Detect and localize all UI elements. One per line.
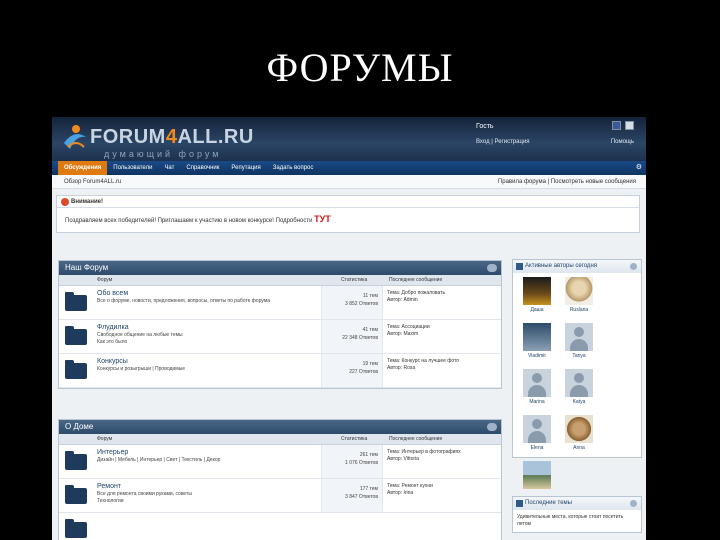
avatar (523, 323, 551, 351)
gear-icon[interactable]: ⚙ (636, 163, 642, 171)
user-avatar[interactable]: Ruslana (559, 277, 599, 313)
user-avatar[interactable]: Anna (559, 415, 599, 451)
category-our-forum: Наш Форум Форум Статистика Последнее соо… (58, 260, 502, 389)
breadcrumb-home[interactable]: Обзор Forum4ALL.ru (64, 179, 121, 185)
forum-description: Конкурсы и розыгрыши | Проводимые (97, 366, 186, 372)
collapse-icon[interactable] (487, 423, 497, 431)
forum-last-post[interactable]: Тема: Ремонт кухни Автор: Irina (387, 483, 501, 497)
avatar (565, 323, 593, 351)
user-grid: Даша Ruslana Vladimir Tanya Marina Katya… (513, 273, 641, 489)
forum-row[interactable]: Обо всем Все о форуме, новости, предложе… (59, 286, 501, 320)
nav-tab-reputation[interactable]: Репутация (225, 161, 266, 175)
main-nav: Обсуждения Пользователи Чат Справочник Р… (52, 161, 646, 175)
latest-topics-panel: Последние темы Удивительные места, котор… (512, 496, 642, 533)
nav-tab-discussions[interactable]: Обсуждения (58, 161, 108, 175)
social-icons (610, 121, 634, 132)
logo-tagline: думающий форум (104, 149, 222, 159)
forum-row[interactable]: Конкурсы Конкурсы и розыгрыши | Проводим… (59, 354, 501, 388)
folder-icon (65, 326, 87, 345)
forum-description: Все для ремонта своими руками, советы Те… (97, 491, 192, 504)
facebook-icon[interactable] (612, 121, 622, 130)
folder-icon (65, 451, 87, 470)
category-header[interactable]: Наш Форум (59, 261, 501, 275)
user-box: Гость Вход | Регистрация Помощь (476, 121, 634, 155)
folder-icon (65, 292, 87, 311)
guest-label: Гость (476, 123, 494, 130)
user-avatar[interactable]: Даша (517, 277, 557, 313)
column-headers: Форум Статистика Последнее сообщение (59, 434, 501, 445)
notice-header: Внимание! (57, 196, 639, 208)
user-avatar[interactable]: Elena (517, 415, 557, 451)
avatar (523, 415, 551, 443)
logo-name: FORUM4ALL.RU (90, 126, 254, 148)
forum-title[interactable]: Обо всем (97, 290, 128, 297)
forum-row[interactable]: Интерьер Дизайн | Мебель | Интерьер | Св… (59, 445, 501, 479)
folder-icon (65, 360, 87, 379)
category-home: О Доме Форум Статистика Последнее сообще… (58, 419, 502, 540)
forum-row[interactable]: Флудилка Свободное общение на любые темы… (59, 320, 501, 354)
forum-title[interactable]: Ремонт (97, 483, 121, 490)
forum-description: Свободное общение на любые темы Как это … (97, 332, 183, 345)
forum-description: Все о форуме, новости, предложения, вопр… (97, 298, 271, 304)
nav-tab-reference[interactable]: Справочник (180, 161, 225, 175)
avatar (523, 461, 551, 489)
notice-link[interactable]: ТУТ (314, 214, 331, 224)
collapse-icon[interactable] (630, 263, 637, 270)
slide-title: ФОРУМЫ (266, 45, 454, 90)
user-avatar[interactable]: Marina (517, 369, 557, 405)
forum-title[interactable]: Интерьер (97, 449, 128, 456)
forum-stats: 11 тем 3 852 Ответов (321, 286, 383, 319)
forum-screenshot: FORUM4ALL.RU думающий форум Гость Вход |… (52, 117, 646, 540)
collapse-icon[interactable] (630, 500, 637, 507)
forum-stats: 19 тем 227 Ответов (321, 354, 383, 387)
nav-tab-ask[interactable]: Задать вопрос (267, 161, 320, 175)
category-header[interactable]: О Доме (59, 420, 501, 434)
breadcrumb: Обзор Forum4ALL.ru Правила форума | Посм… (52, 175, 646, 189)
forum-last-post[interactable]: Тема: Интерьер в фотографиях Автор: Vitt… (387, 449, 501, 463)
forum-title[interactable]: Флудилка (97, 324, 129, 331)
rules-new-posts-links[interactable]: Правила форума | Посмотреть новые сообще… (498, 179, 636, 185)
avatar (565, 369, 593, 397)
column-headers: Форум Статистика Последнее сообщение (59, 275, 501, 286)
notice-text: Поздравляем всех победителей! Приглашаем… (65, 214, 331, 224)
notice-box: Внимание! Поздравляем всех победителей! … (56, 195, 640, 233)
login-register-link[interactable]: Вход | Регистрация (476, 139, 530, 145)
user-avatar[interactable]: Vladimir (517, 323, 557, 359)
panel-header[interactable]: Активные авторы сегодня (513, 260, 641, 273)
logo-figure-icon (64, 125, 86, 149)
avatar (565, 277, 593, 305)
forum-row[interactable]: Ремонт Все для ремонта своими руками, со… (59, 479, 501, 513)
forum-last-post[interactable]: Тема: Конкурс на лучшее фото Автор: Rosa (387, 358, 501, 372)
site-logo[interactable]: FORUM4ALL.RU думающий форум (60, 121, 253, 159)
user-avatar[interactable]: Tanya (559, 323, 599, 359)
folder-icon (65, 485, 87, 504)
forum-stats: 261 тем 1 076 Ответов (321, 445, 383, 478)
square-icon[interactable] (625, 121, 634, 130)
panel-header[interactable]: Последние темы (513, 497, 641, 510)
folder-icon (65, 519, 87, 538)
forum-last-post[interactable]: Тема: Ассоциации Автор: Maxim (387, 324, 501, 338)
user-avatar[interactable] (517, 461, 557, 491)
nav-tab-chat[interactable]: Чат (158, 161, 180, 175)
avatar (565, 415, 593, 443)
forum-stats: 177 тем 3 847 Ответов (321, 479, 383, 512)
user-avatar[interactable]: Katya (559, 369, 599, 405)
forum-last-post[interactable]: Тема: Добро пожаловать Автор: Admin (387, 290, 501, 304)
forum-row[interactable] (59, 513, 501, 540)
latest-topic-link[interactable]: Удивительные места, которые стоит посети… (513, 510, 641, 532)
warning-icon (61, 198, 69, 206)
active-users-panel: Активные авторы сегодня Даша Ruslana Vla… (512, 259, 642, 489)
help-link[interactable]: Помощь (611, 139, 634, 145)
forum-stats: 41 тем 22 348 Ответов (321, 320, 383, 353)
sidebar: Активные авторы сегодня Даша Ruslana Vla… (512, 259, 642, 539)
forum-title[interactable]: Конкурсы (97, 358, 128, 365)
avatar (523, 369, 551, 397)
nav-tab-users[interactable]: Пользователи (107, 161, 158, 175)
forum-description: Дизайн | Мебель | Интерьер | Свет | Текс… (97, 457, 221, 463)
collapse-icon[interactable] (487, 264, 497, 272)
avatar (523, 277, 551, 305)
site-header: FORUM4ALL.RU думающий форум Гость Вход |… (52, 117, 646, 161)
